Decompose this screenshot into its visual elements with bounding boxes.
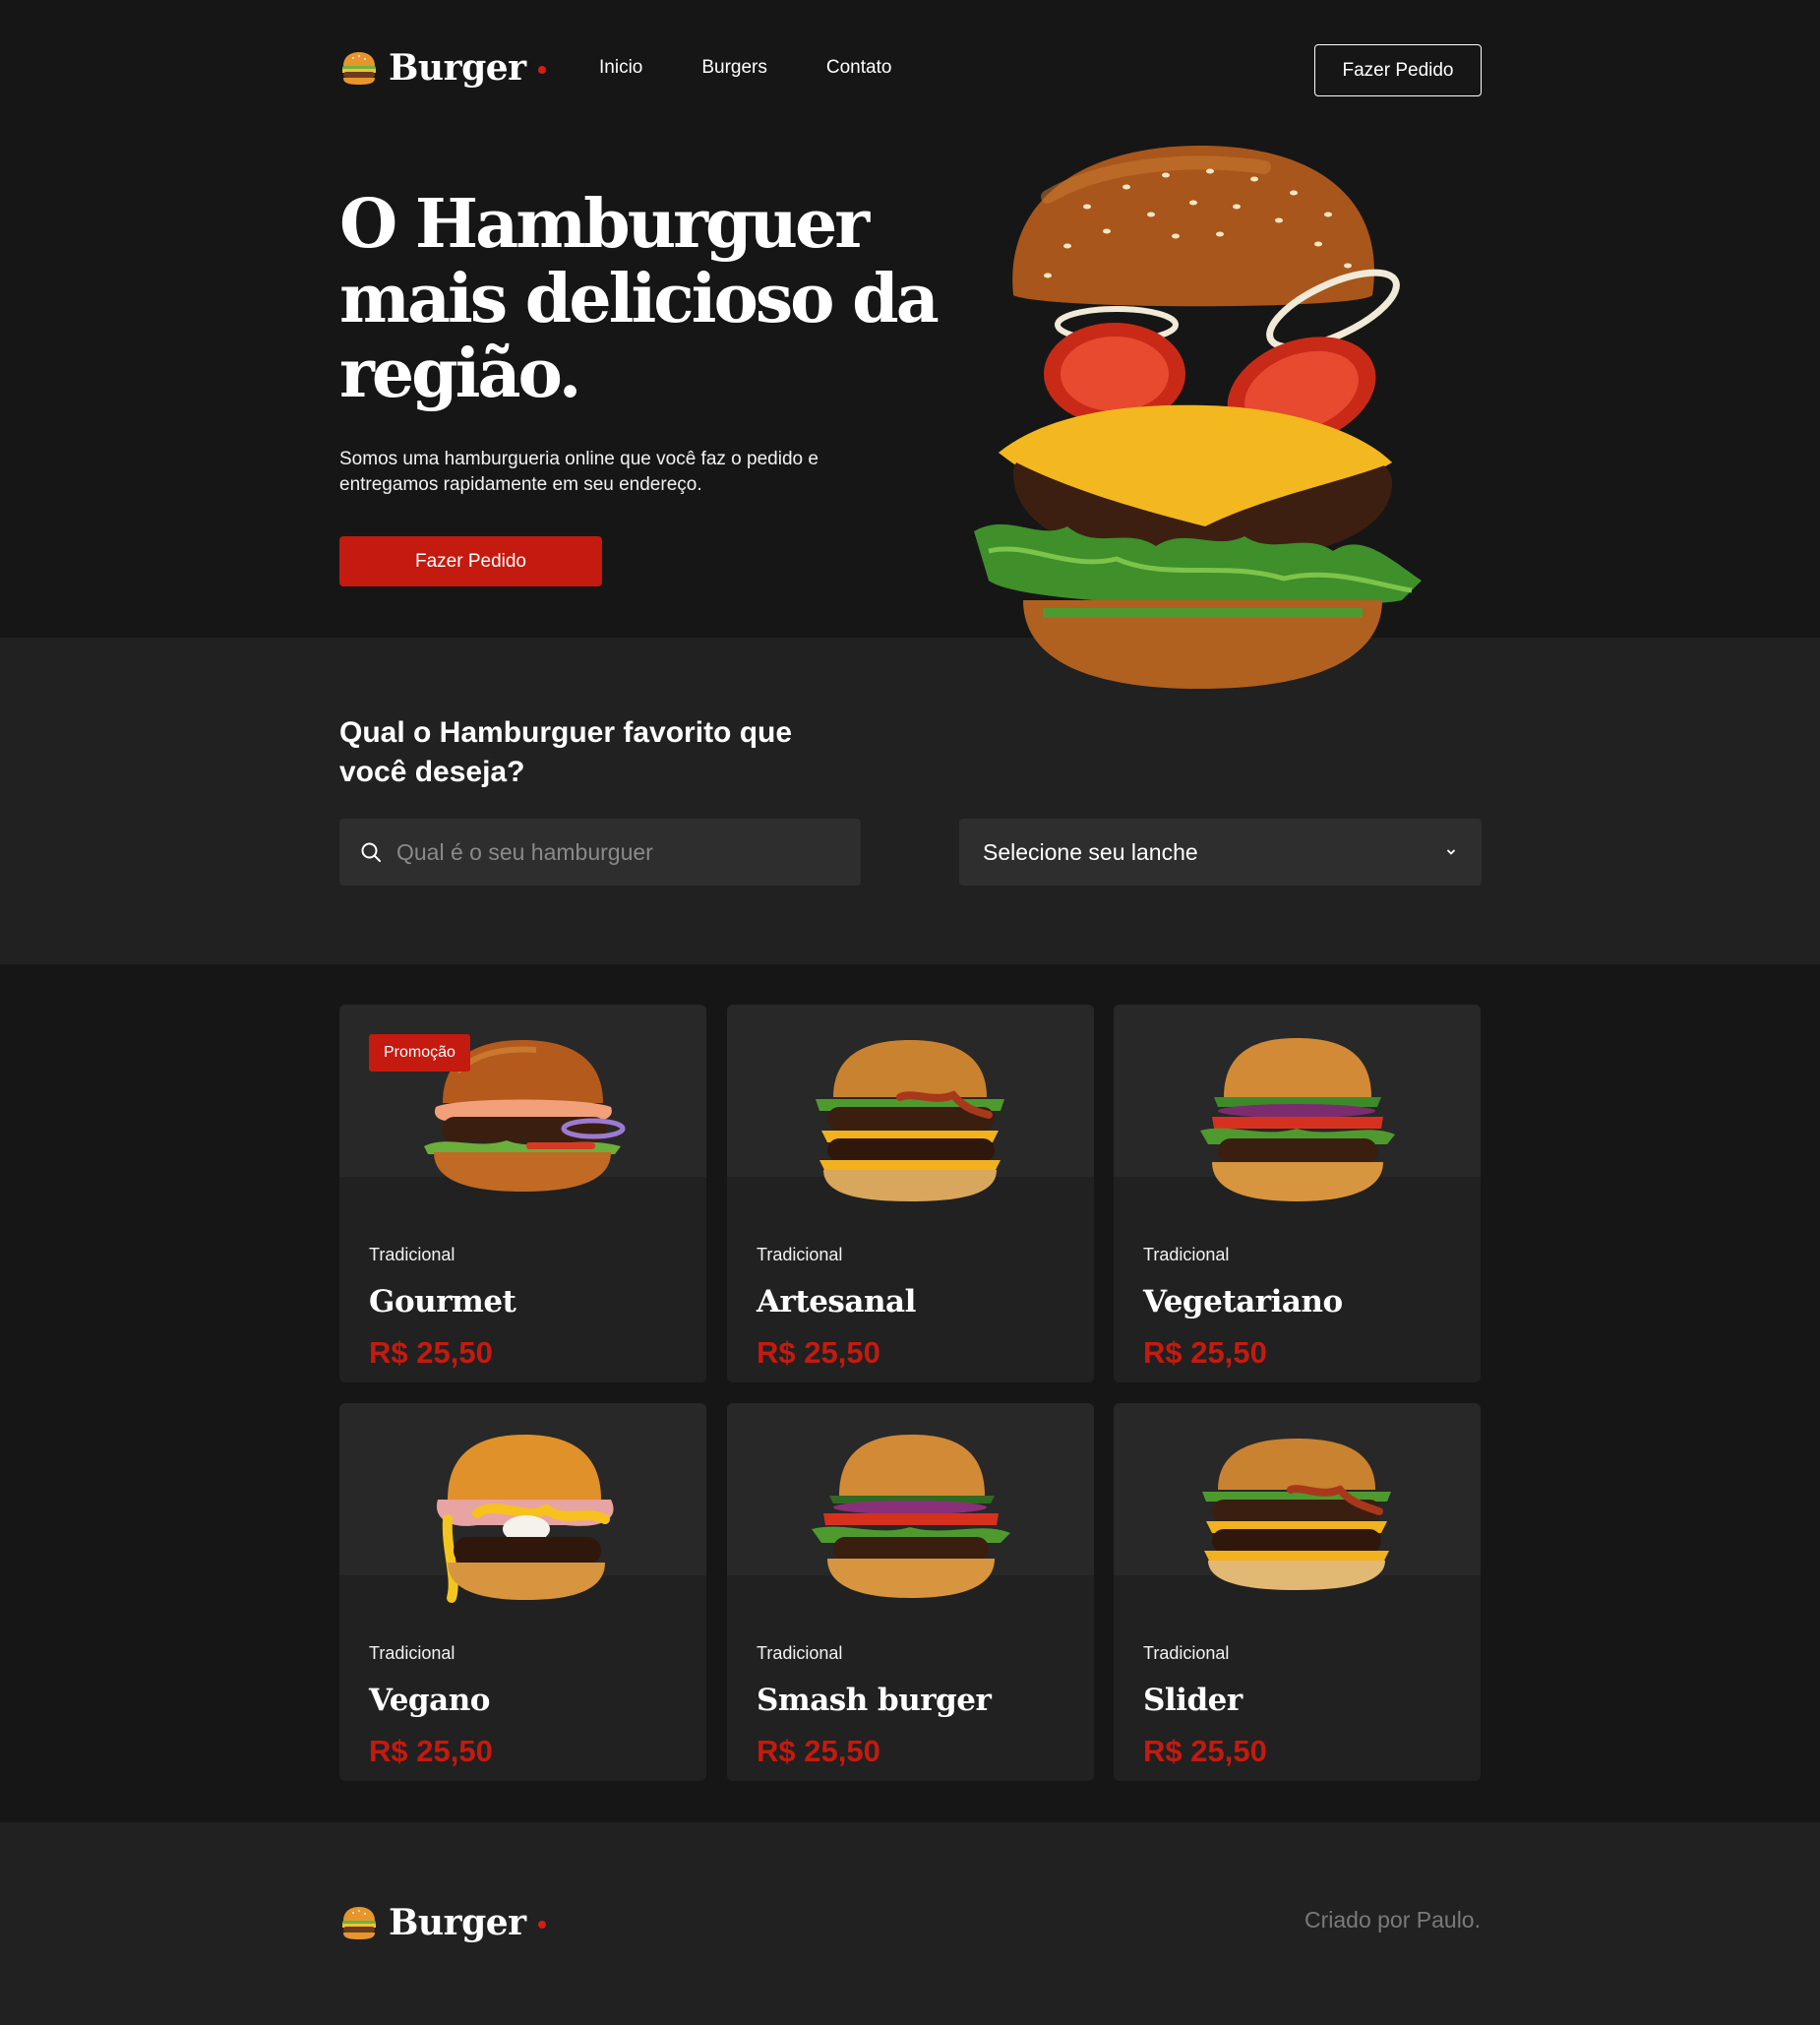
artesanal-burger-image xyxy=(816,1040,1004,1201)
select-value: Selecione seu lanche xyxy=(983,838,1198,865)
footer-logo[interactable]: Burger xyxy=(339,1902,546,1943)
product-price: R$ 25,50 xyxy=(369,1335,493,1370)
hero-section: Burger Inicio Burgers Contato Fazer Pedi… xyxy=(0,0,1820,638)
product-category: Tradicional xyxy=(757,1245,843,1264)
logo-dot xyxy=(537,1921,546,1929)
nav-item-burgers[interactable]: Burgers xyxy=(701,57,767,79)
vegetariano-burger-image xyxy=(1200,1038,1395,1201)
hamburger-icon xyxy=(342,1907,376,1939)
product-name: Artesanal xyxy=(757,1284,916,1319)
product-category: Tradicional xyxy=(757,1643,843,1663)
vegano-burger-image xyxy=(436,1435,614,1603)
hero-description: Somos uma hamburgueria online que você f… xyxy=(339,449,819,495)
nav-item-inicio[interactable]: Inicio xyxy=(599,57,642,79)
product-category: Tradicional xyxy=(369,1245,455,1264)
nav-item-contato[interactable]: Contato xyxy=(826,57,892,79)
product-price: R$ 25,50 xyxy=(757,1335,880,1370)
page: Burger Inicio Burgers Contato Fazer Pedi… xyxy=(0,0,1820,2025)
product-category: Tradicional xyxy=(369,1643,455,1663)
hero-order-button[interactable]: Fazer Pedido xyxy=(339,536,602,586)
product-card[interactable]: Tradicional Vegetariano R$ 25,50 xyxy=(1114,1005,1481,1382)
search-question: Qual o Hamburguer favorito que você dese… xyxy=(339,716,793,788)
search-input[interactable] xyxy=(396,838,829,866)
header-order-button[interactable]: Fazer Pedido xyxy=(1314,44,1482,96)
footer-credit: Criado por Paulo. xyxy=(1304,1907,1481,1933)
product-category: Tradicional xyxy=(1143,1643,1230,1663)
search-icon xyxy=(361,842,381,862)
product-price: R$ 25,50 xyxy=(1143,1335,1267,1370)
product-name: Vegano xyxy=(369,1683,490,1718)
product-name: Gourmet xyxy=(369,1284,516,1319)
slider-burger-image xyxy=(1202,1439,1391,1590)
product-category: Tradicional xyxy=(1143,1245,1230,1264)
product-price: R$ 25,50 xyxy=(757,1734,880,1768)
main-nav: Inicio Burgers Contato xyxy=(599,57,891,79)
hero-title: O Hamburguer mais delicioso da região. xyxy=(339,185,940,413)
hero-burger-image xyxy=(974,146,1422,689)
product-card[interactable]: Tradicional Smash burger R$ 25,50 xyxy=(727,1403,1094,1781)
logo-text: Burger xyxy=(389,47,526,89)
product-price: R$ 25,50 xyxy=(1143,1734,1267,1768)
promo-badge: Promoção xyxy=(369,1034,470,1072)
product-name: Slider xyxy=(1143,1683,1243,1718)
product-card[interactable]: Tradicional Artesanal R$ 25,50 xyxy=(727,1005,1094,1382)
product-price: R$ 25,50 xyxy=(369,1734,493,1768)
search-section xyxy=(0,638,1820,964)
product-card[interactable]: Tradicional Vegano R$ 25,50 xyxy=(339,1403,706,1781)
hamburger-icon xyxy=(342,52,376,85)
product-card[interactable]: Tradicional Slider R$ 25,50 xyxy=(1114,1403,1481,1781)
logo-text: Burger xyxy=(389,1902,526,1943)
product-card[interactable]: Promoção Tradicional Gourmet R$ 25,50 xyxy=(339,1005,706,1382)
logo-dot xyxy=(537,66,546,74)
footer xyxy=(0,1822,1820,2025)
burger-select[interactable]: Selecione seu lanche xyxy=(959,819,1482,886)
product-name: Vegetariano xyxy=(1143,1284,1343,1319)
product-name: Smash burger xyxy=(757,1683,992,1718)
header-logo[interactable]: Burger xyxy=(339,47,546,89)
smash-burger-image xyxy=(812,1435,1010,1598)
search-box[interactable] xyxy=(339,819,861,886)
chevron-down-icon xyxy=(1447,849,1455,855)
